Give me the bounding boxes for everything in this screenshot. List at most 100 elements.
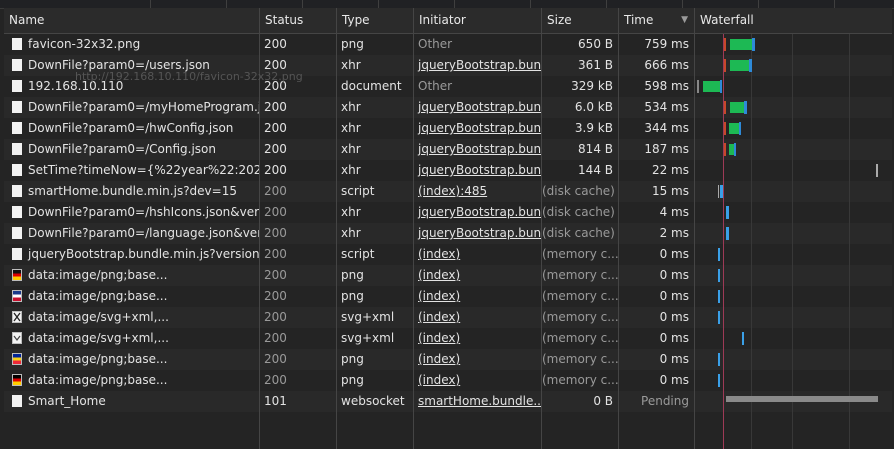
- waterfall-bar[interactable]: [718, 248, 720, 261]
- overview-divider: [758, 0, 759, 8]
- request-time: 598 ms: [644, 79, 689, 93]
- request-initiator[interactable]: jqueryBootstrap.bun...: [414, 97, 541, 118]
- request-type: websocket: [341, 394, 405, 408]
- waterfall-bar[interactable]: [739, 122, 741, 135]
- request-status: 200: [264, 184, 287, 198]
- request-size: (disk cache): [542, 226, 615, 240]
- request-initiator[interactable]: jqueryBootstrap.bun...: [414, 55, 541, 76]
- waterfall-bar[interactable]: [720, 185, 723, 198]
- column-header-status[interactable]: Status: [260, 8, 336, 33]
- request-status: 200: [264, 268, 287, 282]
- request-type: png: [341, 352, 364, 366]
- request-initiator[interactable]: (index): [414, 265, 541, 286]
- column-divider[interactable]: [413, 8, 414, 449]
- column-header-label: Size: [547, 13, 572, 27]
- waterfall-bar[interactable]: [742, 332, 744, 345]
- column-header-size[interactable]: Size: [542, 8, 618, 33]
- load-event-marker: [723, 34, 724, 449]
- column-divider[interactable]: [541, 8, 542, 449]
- waterfall-bar[interactable]: [720, 80, 722, 93]
- column-header-waterfall[interactable]: Waterfall: [695, 8, 892, 33]
- waterfall-bar[interactable]: [724, 59, 726, 72]
- waterfall-bar[interactable]: [876, 164, 878, 177]
- request-initiator[interactable]: Other: [414, 34, 541, 55]
- column-divider[interactable]: [618, 8, 619, 449]
- waterfall-bar[interactable]: [729, 123, 739, 134]
- waterfall-bar[interactable]: [724, 143, 726, 156]
- request-size: (memory c...: [542, 352, 618, 366]
- column-divider[interactable]: [694, 8, 695, 449]
- request-status: 200: [264, 142, 287, 156]
- column-header-label: Waterfall: [700, 13, 754, 27]
- request-initiator[interactable]: jqueryBootstrap.bun...: [414, 223, 541, 244]
- waterfall-bar[interactable]: [724, 122, 726, 135]
- drag-ghost-url: http://192.168.10.110/favicon-32x32.png: [75, 70, 303, 83]
- request-initiator[interactable]: (index): [414, 244, 541, 265]
- waterfall-bar[interactable]: [703, 81, 721, 92]
- column-header-type[interactable]: Type: [337, 8, 413, 33]
- request-initiator[interactable]: smartHome.bundle....: [414, 391, 541, 412]
- request-type: svg+xml: [341, 331, 395, 345]
- column-header-time[interactable]: Time ▼: [619, 8, 694, 33]
- waterfall-bar[interactable]: [718, 290, 720, 303]
- waterfall-bar[interactable]: [726, 206, 729, 219]
- waterfall-bar[interactable]: [718, 185, 719, 198]
- request-time: 0 ms: [659, 268, 689, 282]
- waterfall-bar[interactable]: [749, 59, 752, 72]
- request-time: Pending: [641, 394, 689, 408]
- request-initiator[interactable]: (index): [414, 307, 541, 328]
- waterfall-bar[interactable]: [718, 374, 720, 387]
- waterfall-gridline: [751, 34, 752, 449]
- overview-divider: [302, 0, 303, 8]
- request-initiator[interactable]: (index):485: [414, 181, 541, 202]
- column-divider[interactable]: [336, 8, 337, 449]
- request-initiator[interactable]: (index): [414, 286, 541, 307]
- request-initiator[interactable]: (index): [414, 370, 541, 391]
- request-time: 0 ms: [659, 373, 689, 387]
- overview-divider: [454, 0, 455, 8]
- request-initiator[interactable]: Other: [414, 76, 541, 97]
- waterfall-bar[interactable]: [718, 311, 720, 324]
- request-status: 200: [264, 352, 287, 366]
- waterfall-bar[interactable]: [726, 227, 729, 240]
- request-type: xhr: [341, 142, 361, 156]
- waterfall-bar[interactable]: [726, 396, 878, 402]
- request-size: (memory c...: [542, 310, 618, 324]
- request-name: smartHome.bundle.min.js?dev=15: [28, 184, 237, 198]
- waterfall-bar[interactable]: [730, 60, 750, 71]
- waterfall-bar[interactable]: [752, 38, 755, 51]
- request-type: xhr: [341, 163, 361, 177]
- request-initiator[interactable]: jqueryBootstrap.bun...: [414, 118, 541, 139]
- request-name: data:image/svg+xml,...: [28, 331, 169, 345]
- request-initiator[interactable]: (index): [414, 328, 541, 349]
- request-name: data:image/png;base...: [28, 289, 168, 303]
- column-header-name[interactable]: Name: [4, 8, 259, 33]
- request-name: jqueryBootstrap.bundle.min.js?version=1: [28, 247, 259, 261]
- request-initiator[interactable]: jqueryBootstrap.bun...: [414, 160, 541, 181]
- request-name: DownFile?param0=/hwConfig.json: [28, 121, 234, 135]
- request-name: SetTime?timeNow={%22year%22:2021,%...: [28, 163, 259, 177]
- request-initiator[interactable]: jqueryBootstrap.bun...: [414, 202, 541, 223]
- request-type: xhr: [341, 226, 361, 240]
- waterfall-bar[interactable]: [734, 143, 736, 156]
- waterfall-bar[interactable]: [730, 102, 745, 113]
- waterfall-bar[interactable]: [724, 101, 726, 114]
- request-initiator[interactable]: (index): [414, 349, 541, 370]
- request-status: 200: [264, 100, 287, 114]
- request-size: 650 B: [578, 37, 613, 51]
- waterfall-bar[interactable]: [718, 269, 720, 282]
- request-time: 2 ms: [659, 226, 689, 240]
- waterfall-bar[interactable]: [718, 353, 720, 366]
- request-type: xhr: [341, 58, 361, 72]
- waterfall-bar[interactable]: [730, 39, 754, 50]
- request-size: (disk cache): [542, 205, 615, 219]
- request-size: (memory c...: [542, 289, 618, 303]
- waterfall-bar[interactable]: [724, 38, 726, 51]
- request-size: (memory c...: [542, 331, 618, 345]
- request-type: xhr: [341, 205, 361, 219]
- waterfall-bar[interactable]: [744, 101, 747, 114]
- request-status: 200: [264, 289, 287, 303]
- column-header-initiator[interactable]: Initiator: [414, 8, 541, 33]
- waterfall-bar[interactable]: [697, 80, 699, 93]
- request-initiator[interactable]: jqueryBootstrap.bun...: [414, 139, 541, 160]
